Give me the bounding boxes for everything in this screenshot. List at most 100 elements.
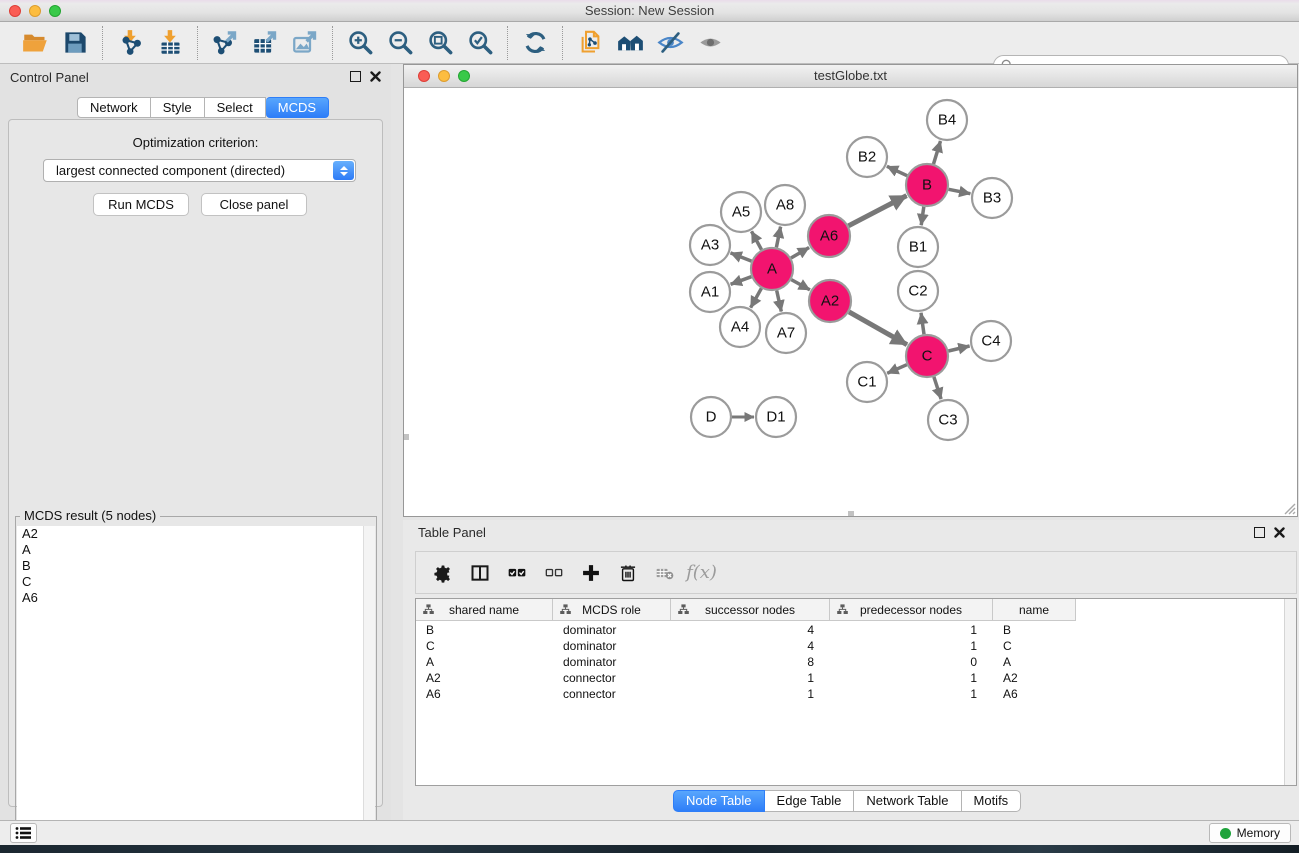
cell-name[interactable]: A6 [993, 686, 1076, 702]
graph-node-A6[interactable]: A6 [808, 215, 850, 257]
tab-mcds[interactable]: MCDS [266, 97, 329, 118]
tab-network-table[interactable]: Network Table [854, 790, 961, 812]
graph-node-A2[interactable]: A2 [809, 280, 851, 322]
criterion-dropdown[interactable]: largest connected component (directed) [43, 159, 356, 182]
gear-button[interactable] [424, 555, 461, 591]
zoom-fit-button[interactable] [420, 26, 460, 60]
close-panel-icon[interactable] [370, 71, 381, 82]
edge-C-C4[interactable] [948, 346, 969, 351]
delete-column-button[interactable] [609, 555, 646, 591]
network-minimize-button[interactable] [438, 70, 450, 82]
cell-name[interactable]: A [993, 654, 1076, 670]
column-header-predecessor-nodes[interactable]: predecessor nodes [830, 599, 993, 621]
first-neighbors-button[interactable] [610, 26, 650, 60]
graph-node-A5[interactable]: A5 [721, 192, 761, 232]
table-row-A2[interactable]: A2connector11A2 [416, 670, 1076, 686]
tab-motifs[interactable]: Motifs [962, 790, 1022, 812]
cell-name[interactable]: A2 [993, 670, 1076, 686]
graph-node-B4[interactable]: B4 [927, 100, 967, 140]
float-panel-icon[interactable] [350, 71, 361, 82]
edge-B-B4[interactable] [934, 141, 941, 164]
cell-predecessor-nodes[interactable]: 0 [830, 654, 993, 670]
tab-select[interactable]: Select [205, 97, 266, 118]
close-panel-button[interactable]: Close panel [201, 193, 307, 216]
graph-node-A[interactable]: A [751, 248, 793, 290]
zoom-in-button[interactable] [340, 26, 380, 60]
run-mcds-button[interactable]: Run MCDS [93, 193, 189, 216]
graph-node-C3[interactable]: C3 [928, 400, 968, 440]
graph-node-D[interactable]: D [691, 397, 731, 437]
cell-predecessor-nodes[interactable]: 1 [830, 638, 993, 654]
cell-MCDS-role[interactable]: connector [553, 670, 671, 686]
result-item-C[interactable]: C [17, 574, 365, 590]
cell-name[interactable]: B [993, 622, 1076, 638]
graph-node-B2[interactable]: B2 [847, 137, 887, 177]
edge-A-A8[interactable] [776, 227, 780, 248]
task-history-button[interactable] [10, 823, 37, 843]
edge-B-B1[interactable] [921, 207, 924, 225]
graph-node-B3[interactable]: B3 [972, 178, 1012, 218]
result-list-scrollbar[interactable] [363, 526, 375, 853]
new-network-from-selection-button[interactable] [570, 26, 610, 60]
unselect-all-columns-button[interactable] [535, 555, 572, 591]
column-header-name[interactable]: name [993, 599, 1076, 621]
zoom-window-button[interactable] [49, 5, 61, 17]
tab-style[interactable]: Style [151, 97, 205, 118]
tab-node-table[interactable]: Node Table [673, 790, 765, 812]
export-network-button[interactable] [205, 26, 245, 60]
graph-node-A7[interactable]: A7 [766, 313, 806, 353]
cell-MCDS-role[interactable]: dominator [553, 622, 671, 638]
float-table-panel-icon[interactable] [1254, 527, 1265, 538]
edge-A6-B[interactable] [849, 196, 907, 226]
result-item-A2[interactable]: A2 [17, 526, 365, 542]
zoom-selected-button[interactable] [460, 26, 500, 60]
column-header-shared-name[interactable]: shared name [416, 599, 553, 621]
export-image-button[interactable] [285, 26, 325, 60]
function-builder-button[interactable]: f(x) [683, 555, 720, 591]
memory-button[interactable]: Memory [1209, 823, 1291, 843]
network-window-titlebar[interactable]: testGlobe.txt [404, 65, 1297, 88]
graph-node-B1[interactable]: B1 [898, 227, 938, 267]
table-row-A[interactable]: Adominator80A [416, 654, 1076, 670]
result-item-B[interactable]: B [17, 558, 365, 574]
hide-selected-button[interactable] [650, 26, 690, 60]
column-header-successor-nodes[interactable]: successor nodes [671, 599, 830, 621]
close-table-panel-icon[interactable] [1274, 527, 1285, 538]
graph-node-C[interactable]: C [906, 335, 948, 377]
edge-B-B2[interactable] [887, 166, 907, 175]
open-session-button[interactable] [15, 26, 55, 60]
edge-A-A3[interactable] [731, 253, 752, 261]
cell-MCDS-role[interactable]: dominator [553, 654, 671, 670]
zoom-out-button[interactable] [380, 26, 420, 60]
cell-successor-nodes[interactable]: 8 [671, 654, 830, 670]
cell-shared-name[interactable]: A6 [416, 686, 553, 702]
resize-grip[interactable] [1281, 500, 1296, 515]
edge-A-A5[interactable] [752, 231, 762, 249]
graph-node-A8[interactable]: A8 [765, 185, 805, 225]
minimize-window-button[interactable] [29, 5, 41, 17]
cell-predecessor-nodes[interactable]: 1 [830, 686, 993, 702]
table-row-C[interactable]: Cdominator41C [416, 638, 1076, 654]
graph-node-D1[interactable]: D1 [756, 397, 796, 437]
cell-MCDS-role[interactable]: dominator [553, 638, 671, 654]
graph-node-A1[interactable]: A1 [690, 272, 730, 312]
cell-successor-nodes[interactable]: 4 [671, 622, 830, 638]
network-zoom-button[interactable] [458, 70, 470, 82]
table-row-B[interactable]: Bdominator41B [416, 622, 1076, 638]
cell-shared-name[interactable]: B [416, 622, 553, 638]
cell-name[interactable]: C [993, 638, 1076, 654]
close-window-button[interactable] [9, 5, 21, 17]
edge-A-A1[interactable] [731, 277, 752, 285]
cell-successor-nodes[interactable]: 4 [671, 638, 830, 654]
import-table-button[interactable] [150, 26, 190, 60]
split-columns-button[interactable] [461, 555, 498, 591]
graph-node-C2[interactable]: C2 [898, 271, 938, 311]
cell-predecessor-nodes[interactable]: 1 [830, 670, 993, 686]
edge-A-A4[interactable] [751, 288, 762, 307]
result-item-A6[interactable]: A6 [17, 590, 365, 606]
show-all-button[interactable] [690, 26, 730, 60]
graph-node-A3[interactable]: A3 [690, 225, 730, 265]
network-canvas[interactable]: B4B2BB3A8A5A6B1A3AC2A1A2A4A7C4CC1DD1C3 [404, 88, 1297, 516]
tab-network[interactable]: Network [77, 97, 151, 118]
edge-C-C1[interactable] [887, 365, 907, 374]
